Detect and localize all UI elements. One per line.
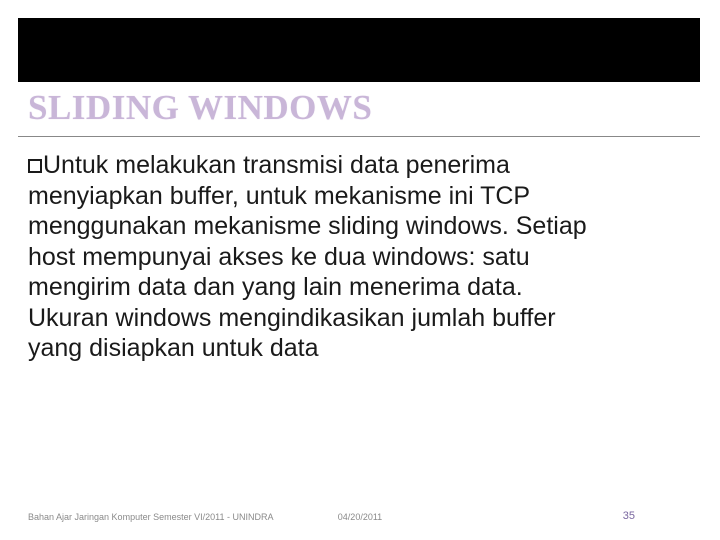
footer: Bahan Ajar Jaringan Komputer Semester VI… — [0, 506, 720, 522]
header-blackbox — [18, 18, 700, 82]
body-rest: melakukan transmisi data penerima menyia… — [28, 151, 587, 362]
square-bullet-icon — [28, 159, 42, 173]
title-underline — [18, 136, 700, 137]
body-lead: Untuk — [43, 151, 108, 179]
footer-page-number: 35 — [623, 510, 635, 522]
slide: SLIDING WINDOWS Untuk melakukan transmis… — [0, 0, 720, 540]
footer-date: 04/20/2011 — [0, 512, 720, 522]
slide-title: SLIDING WINDOWS — [28, 88, 372, 128]
body-text: Untuk melakukan transmisi data penerima … — [28, 150, 604, 364]
